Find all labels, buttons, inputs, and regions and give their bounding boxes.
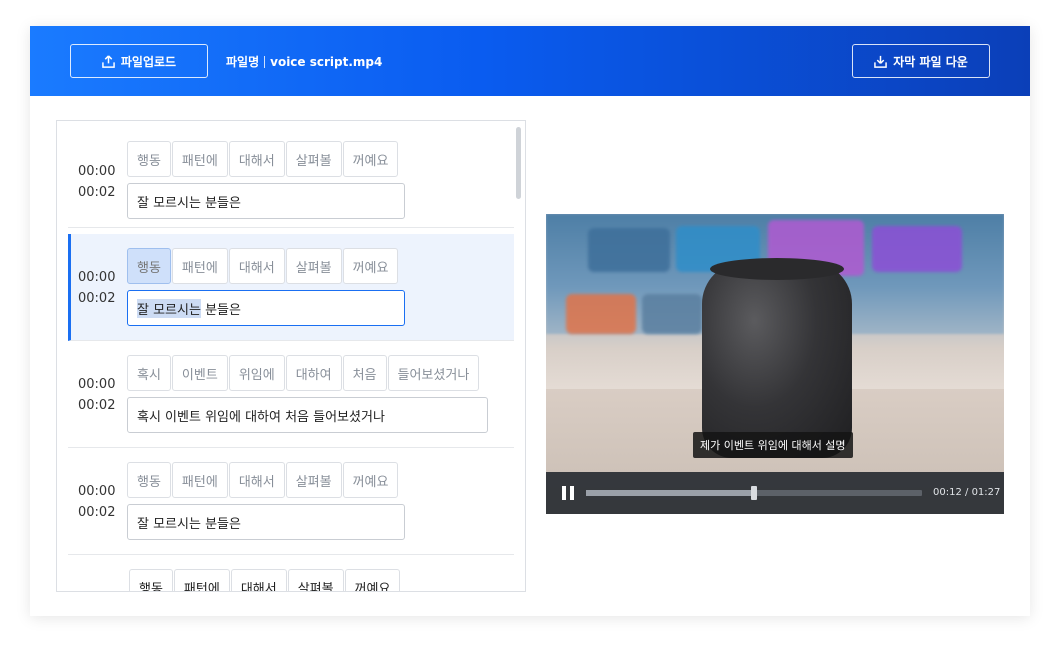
- filename-value: voice script.mp4: [270, 54, 383, 69]
- start-time: 00:00: [78, 484, 116, 499]
- word-token[interactable]: 혹시: [127, 355, 171, 391]
- speaker-image: [702, 262, 852, 458]
- word-token[interactable]: 꺼예요: [342, 141, 399, 177]
- upload-button[interactable]: 파일업로드: [70, 44, 208, 78]
- text-highlight: 잘 모르시는: [137, 298, 201, 318]
- word-token[interactable]: 이벤트: [171, 355, 228, 391]
- word-token[interactable]: 행동: [127, 141, 171, 177]
- filename-display: 파일명 voice script.mp4: [226, 53, 382, 70]
- subtitle-row[interactable]: 00:00 00:02 혹시 이벤트 위임에 대하여 처음 들어보셨거나 혹시 …: [68, 341, 514, 448]
- timecode: 00:12 / 01:27: [933, 487, 1000, 498]
- word-token[interactable]: 위임에: [228, 355, 285, 391]
- end-time: 00:02: [78, 505, 116, 520]
- word-token[interactable]: 처음: [342, 355, 387, 391]
- word-token[interactable]: 살펴볼: [285, 141, 342, 177]
- end-time: 00:02: [78, 185, 116, 200]
- word-token[interactable]: 살펴볼: [287, 569, 344, 591]
- word-token[interactable]: 행동: [127, 462, 171, 498]
- current-time: 00:12: [933, 487, 962, 498]
- header-bar: 파일업로드 파일명 voice script.mp4 자막 파일 다운: [30, 26, 1030, 96]
- start-time: 00:00: [78, 270, 116, 285]
- word-token[interactable]: 패턴에: [171, 248, 228, 284]
- speaker-image-top: [710, 258, 844, 280]
- text-rest: 분들은: [200, 302, 241, 318]
- word-tokens: 행동 패턴에 대해서 살펴볼 꺼예요: [129, 569, 401, 591]
- download-button-label: 자막 파일 다운: [893, 54, 968, 69]
- subtitle-row[interactable]: 행동 패턴에 대해서 살펴볼 꺼예요: [68, 555, 514, 591]
- pause-icon[interactable]: [562, 486, 575, 500]
- video-player[interactable]: 제가 이벤트 위임에 대해서 설명 00:12 / 01:27: [546, 214, 1004, 514]
- subtitle-text-input[interactable]: 잘 모르시는 분들은: [127, 183, 405, 219]
- subtitle-row[interactable]: 00:00 00:02 행동 패턴에 대해서 살펴볼 꺼예요 잘 모르시는 분들…: [68, 448, 514, 555]
- video-caption: 제가 이벤트 위임에 대해서 설명: [693, 432, 853, 458]
- word-token[interactable]: 행동: [129, 569, 173, 591]
- word-token[interactable]: 살펴볼: [285, 248, 342, 284]
- word-tokens: 행동 패턴에 대해서 살펴볼 꺼예요: [127, 141, 399, 177]
- word-token[interactable]: 패턴에: [171, 462, 228, 498]
- word-token[interactable]: 대하여: [285, 355, 342, 391]
- end-time: 00:02: [78, 291, 116, 306]
- start-time: 00:00: [78, 377, 116, 392]
- progress-bar[interactable]: [586, 486, 922, 500]
- word-token[interactable]: 대해서: [230, 569, 287, 591]
- upload-button-label: 파일업로드: [120, 54, 177, 69]
- subtitle-text-input[interactable]: 잘 모르시는 분들은: [127, 504, 405, 540]
- subtitle-list[interactable]: 00:00 00:02 행동 패턴에 대해서 살펴볼 꺼예요 잘 모르시는 분들…: [56, 120, 526, 592]
- subtitle-row-active[interactable]: 00:00 00:02 행동 패턴에 대해서 살펴볼 꺼예요 잘 모르시는 분들…: [68, 234, 514, 341]
- word-token[interactable]: 꺼예요: [344, 569, 401, 591]
- video-tile: [642, 294, 702, 334]
- word-token-selected[interactable]: 행동: [127, 248, 171, 284]
- video-tile: [566, 294, 636, 334]
- word-tokens: 혹시 이벤트 위임에 대하여 처음 들어보셨거나: [127, 355, 480, 391]
- download-icon: [874, 55, 888, 68]
- word-tokens: 행동 패턴에 대해서 살펴볼 꺼예요: [127, 462, 399, 498]
- download-subtitle-button[interactable]: 자막 파일 다운: [852, 44, 990, 78]
- filename-label: 파일명: [226, 55, 260, 69]
- time-separator: /: [961, 487, 972, 498]
- word-token[interactable]: 꺼예요: [342, 462, 399, 498]
- subtitle-text-input[interactable]: 혹시 이벤트 위임에 대하여 처음 들어보셨거나: [127, 397, 488, 433]
- video-tile: [588, 228, 670, 272]
- word-token[interactable]: 대해서: [228, 141, 285, 177]
- video-tile: [872, 226, 962, 272]
- progress-fill: [586, 490, 754, 496]
- start-time: 00:00: [78, 164, 116, 179]
- end-time: 00:02: [78, 398, 116, 413]
- word-token[interactable]: 살펴볼: [285, 462, 342, 498]
- filename-divider: [264, 55, 266, 68]
- word-token[interactable]: 패턴에: [173, 569, 230, 591]
- player-controls: 00:12 / 01:27: [546, 472, 1004, 514]
- word-token[interactable]: 들어보셨거나: [387, 355, 480, 391]
- duration: 01:27: [971, 487, 1001, 498]
- subtitle-row[interactable]: 00:00 00:02 행동 패턴에 대해서 살펴볼 꺼예요 잘 모르시는 분들…: [68, 121, 514, 228]
- word-tokens: 행동 패턴에 대해서 살펴볼 꺼예요: [127, 248, 399, 284]
- word-token[interactable]: 꺼예요: [342, 248, 399, 284]
- word-token[interactable]: 패턴에: [171, 141, 228, 177]
- word-token[interactable]: 대해서: [228, 248, 285, 284]
- progress-handle[interactable]: [751, 486, 757, 500]
- subtitle-editor-card: 파일업로드 파일명 voice script.mp4 자막 파일 다운 00:0…: [30, 26, 1030, 616]
- word-token[interactable]: 대해서: [228, 462, 285, 498]
- subtitle-text-input[interactable]: 잘 모르시는 분들은: [127, 290, 405, 326]
- scrollbar[interactable]: [516, 127, 521, 199]
- upload-icon: [102, 54, 115, 68]
